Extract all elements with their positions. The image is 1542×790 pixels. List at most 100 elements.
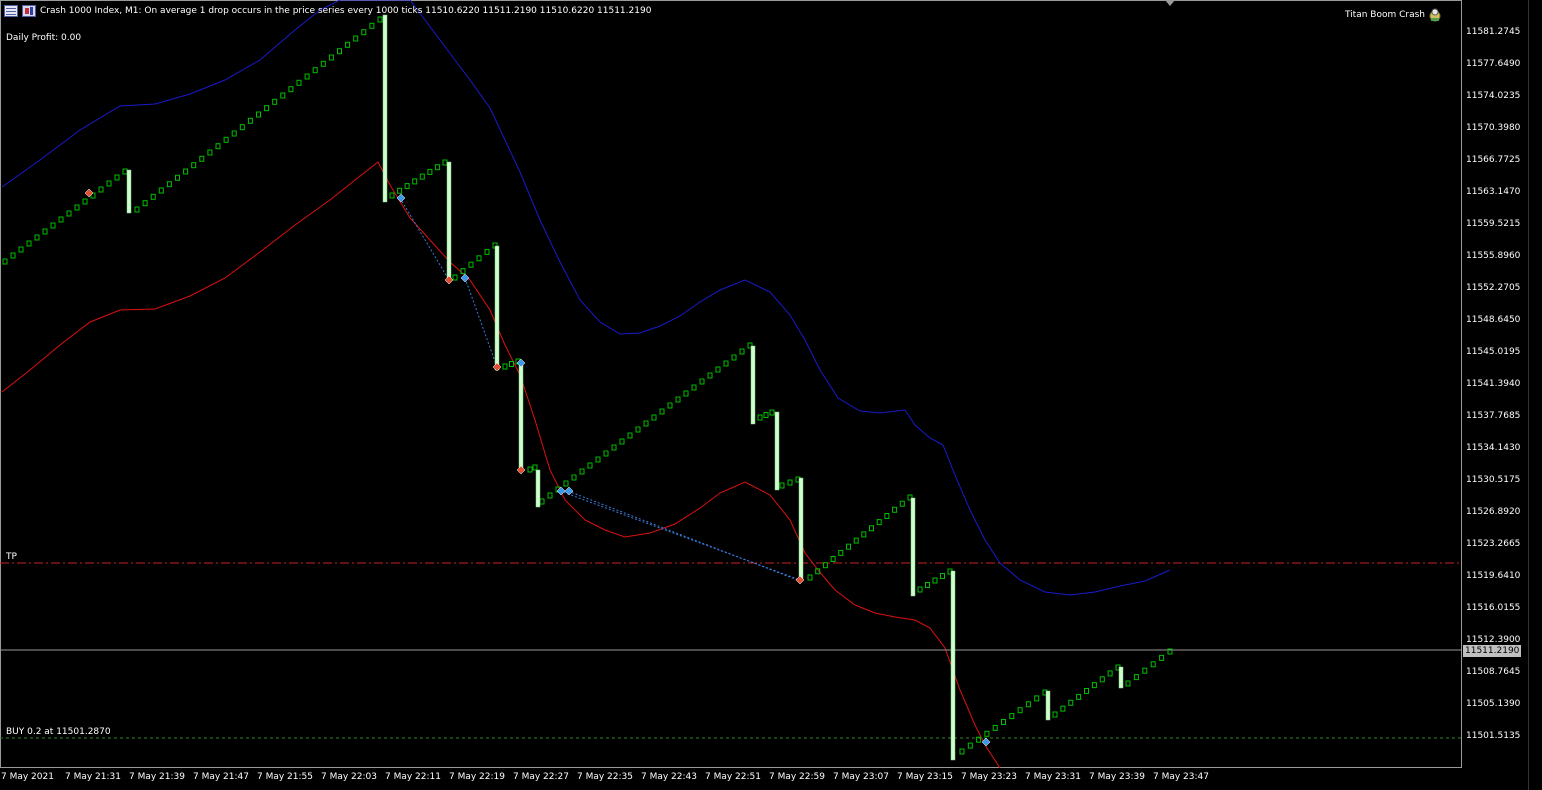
time-axis-tick: 7 May 21:31	[65, 772, 121, 782]
bull-candle	[296, 79, 302, 86]
bull-candle	[42, 228, 48, 235]
right-panel-edge	[1528, 0, 1542, 790]
bull-candle	[312, 67, 318, 74]
bull-candle	[247, 117, 253, 124]
bull-candle	[579, 468, 585, 475]
bull-candle	[763, 412, 769, 418]
bull-candle	[1084, 688, 1089, 694]
trade-marker	[516, 358, 526, 368]
bull-candle	[345, 41, 351, 48]
bull-candle	[539, 498, 545, 505]
bull-candle	[304, 73, 310, 80]
bull-candle	[603, 450, 609, 457]
trade-marker	[564, 486, 574, 496]
bull-candle	[1068, 699, 1074, 706]
bull-candle	[280, 92, 286, 99]
time-axis-tick: 7 May 23:47	[1153, 772, 1209, 782]
bull-candle	[50, 222, 56, 229]
bull-candle	[18, 246, 24, 253]
bull-candle	[239, 124, 245, 131]
price-scale-tick: 11501.5135	[1466, 731, 1521, 741]
trade-marker	[492, 362, 502, 372]
bull-candle	[967, 742, 973, 749]
trade-marker	[396, 193, 406, 203]
price-scale-tick: 11516.0155	[1466, 603, 1521, 613]
bull-candle	[412, 178, 418, 185]
bull-candle	[739, 348, 745, 355]
bull-candle	[328, 54, 334, 61]
bull-candle	[26, 240, 32, 247]
bull-candle	[66, 210, 72, 217]
chart-shift-marker[interactable]	[1165, 0, 1175, 6]
bull-candle	[58, 216, 64, 223]
bull-candle	[509, 361, 514, 367]
bull-candle	[940, 573, 945, 579]
price-chart[interactable]	[0, 0, 1462, 768]
bull-candle	[166, 181, 172, 188]
bull-candle	[183, 168, 189, 175]
bull-candle	[779, 482, 785, 489]
time-axis-tick: 7 May 22:11	[385, 772, 441, 782]
bull-candle	[150, 193, 156, 200]
bull-candle	[442, 159, 448, 166]
bull-candle	[434, 164, 440, 171]
bull-candle	[1076, 693, 1082, 700]
bull-candle	[34, 234, 40, 241]
lower-band-line	[1, 161, 1001, 768]
bull-candle	[925, 582, 930, 588]
trade-lines	[399, 197, 801, 582]
spike-candle	[446, 161, 452, 283]
price-scale-tick: 11559.5215	[1466, 219, 1521, 229]
current-price-tag: 11511.2190	[1463, 645, 1522, 657]
bull-candle	[502, 363, 508, 370]
bull-candle	[917, 586, 923, 593]
price-scale-tick: 11552.2705	[1466, 283, 1521, 293]
bull-candle	[1060, 705, 1066, 712]
bull-candle	[1052, 711, 1058, 718]
expert-advisor-icon[interactable]	[1428, 8, 1442, 22]
trade-marker	[981, 737, 991, 747]
spike-candle	[950, 570, 956, 761]
spike-candle	[494, 245, 500, 371]
bull-candle	[892, 506, 898, 513]
bull-candle	[1150, 661, 1156, 668]
symbol-properties-icon[interactable]	[22, 5, 36, 17]
bull-candle	[853, 537, 859, 544]
daily-profit-label: Daily Profit: 0.00	[6, 33, 82, 43]
candles-group	[2, 16, 1173, 755]
bull-candle	[397, 187, 403, 194]
bull-candle	[199, 155, 205, 162]
bull-candle	[452, 274, 458, 281]
time-axis-tick: 7 May 22:03	[321, 772, 377, 782]
bull-candle	[1009, 713, 1015, 720]
time-axis-tick: 7 May 22:19	[449, 772, 505, 782]
bull-candle	[419, 173, 425, 180]
price-scale-tick: 11577.6490	[1466, 59, 1521, 69]
bull-candle	[707, 372, 713, 379]
bull-candle	[563, 480, 569, 487]
price-scale-tick: 11519.6410	[1466, 571, 1521, 581]
bull-candle	[876, 519, 882, 526]
spike-candle	[126, 169, 132, 214]
trade-marker	[460, 273, 470, 283]
bull-candle	[191, 162, 197, 169]
bull-candle	[571, 474, 577, 481]
chart-window-icon[interactable]	[4, 5, 18, 17]
bull-candle	[223, 136, 229, 143]
bull-candle	[1142, 667, 1148, 674]
bull-candle	[361, 29, 367, 36]
time-axis-tick: 7 May 23:07	[833, 772, 889, 782]
bull-candle	[984, 730, 990, 737]
time-axis-tick: 7 May 21:47	[193, 772, 249, 782]
trade-marker	[84, 188, 94, 198]
time-axis-tick: 7 May 22:35	[577, 772, 633, 782]
bull-candle	[158, 187, 164, 194]
bull-candle	[611, 444, 617, 451]
expert-advisor-label[interactable]: Titan Boom Crash	[1345, 8, 1442, 22]
bull-candle	[337, 48, 342, 55]
bull-candle	[468, 261, 474, 268]
price-scale-tick: 11548.6450	[1466, 315, 1521, 325]
trade-marker	[556, 486, 566, 496]
bull-candle	[320, 60, 326, 67]
price-scale-tick: 11581.2745	[1466, 27, 1521, 37]
